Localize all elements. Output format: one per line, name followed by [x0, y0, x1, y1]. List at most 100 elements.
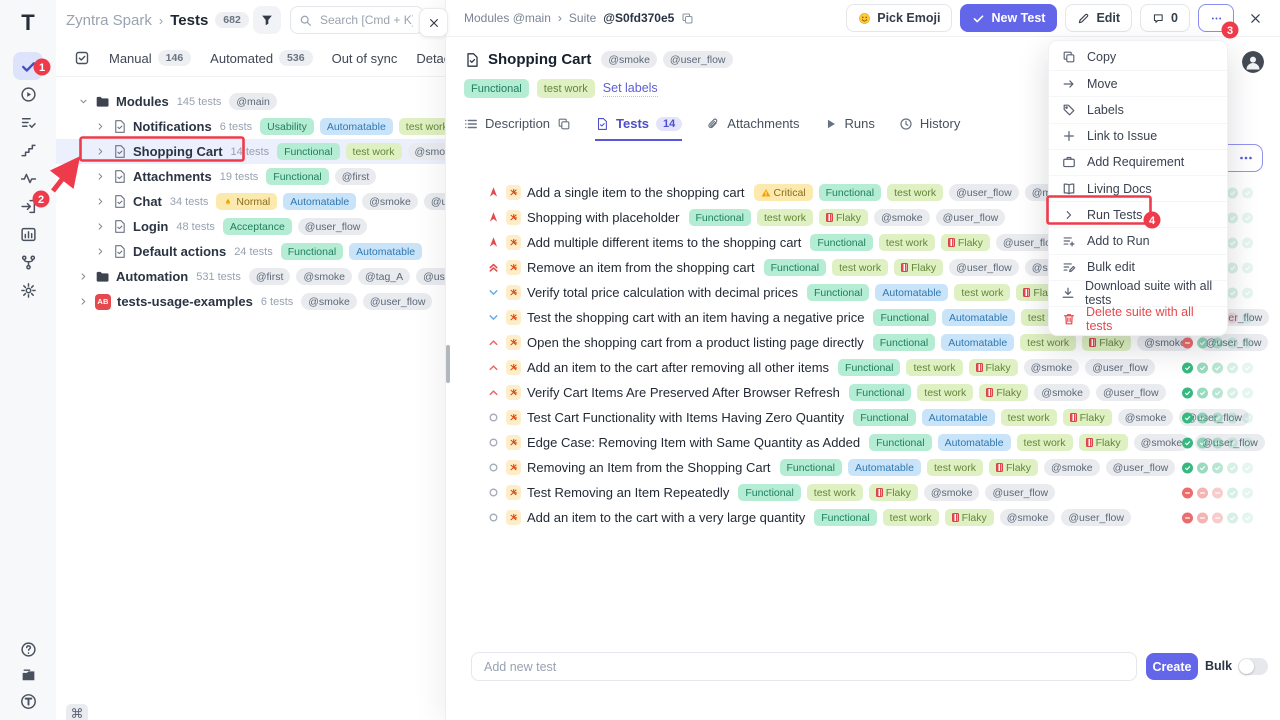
rail-item-fork[interactable] [13, 248, 43, 276]
tree-item-shopping-cart[interactable]: Shopping Cart14 testsFunctionaltest work… [56, 139, 445, 164]
filter-tab-detached[interactable]: Detached [416, 51, 445, 66]
tree-item-default-actions[interactable]: Default actions24 testsFunctionalAutomat… [56, 239, 445, 264]
flame-icon [223, 197, 233, 207]
test-row[interactable]: Edge Case: Removing Item with Same Quant… [446, 430, 1280, 455]
menu-item-bulk-edit[interactable]: Bulk edit [1049, 254, 1227, 280]
select-all-toggle[interactable] [74, 50, 90, 66]
copy-suite-id-icon[interactable] [681, 12, 694, 25]
rail-item-chart[interactable] [13, 220, 43, 248]
rail-item-check[interactable] [13, 52, 43, 80]
menu-item-label: Living Docs [1087, 182, 1152, 196]
bulk-toggle[interactable] [1238, 658, 1268, 675]
rail-item-play-circle[interactable] [13, 80, 43, 108]
tree-item-notifications[interactable]: Notifications6 testsUsabilityAutomatable… [56, 114, 445, 139]
tree-scrollbar-thumb[interactable] [446, 345, 450, 383]
briefcase-icon [1061, 155, 1077, 169]
priority-highest-icon [487, 261, 500, 274]
menu-item-link-to-issue[interactable]: Link to Issue [1049, 123, 1227, 149]
tree-item-tests-usage-examples[interactable]: ABtests-usage-examples6 tests@smoke@user… [56, 289, 445, 314]
ellipsis-icon [1210, 12, 1223, 25]
badge-test-work: test work [879, 234, 935, 251]
rail-item-help[interactable] [13, 636, 43, 662]
filter-button[interactable] [253, 6, 281, 34]
rail-item-list-check[interactable] [13, 108, 43, 136]
test-row[interactable]: Add an item to the cart after removing a… [446, 355, 1280, 380]
filter-tab-out-of-sync[interactable]: Out of sync [332, 51, 398, 66]
edit-button[interactable]: Edit [1065, 4, 1132, 32]
more-actions-button[interactable] [1198, 4, 1234, 32]
create-test-button[interactable]: Create [1146, 653, 1198, 680]
menu-item-run-tests[interactable]: Run Tests [1049, 201, 1227, 227]
tree-item-count: 531 tests [196, 271, 241, 283]
play-icon [824, 117, 838, 131]
menu-item-move[interactable]: Move [1049, 70, 1227, 96]
badge-flaky: Flaky [1082, 334, 1131, 351]
tree-item-count: 6 tests [261, 296, 293, 308]
test-row[interactable]: Test Removing an Item RepeatedlyFunction… [446, 480, 1280, 505]
tab-runs[interactable]: Runs [824, 116, 875, 141]
rail-item-t-circle[interactable] [13, 688, 43, 714]
test-row[interactable]: Add an item to the cart with a very larg… [446, 505, 1280, 530]
collision-emoji-icon [506, 335, 521, 350]
add-new-test-input[interactable] [471, 652, 1137, 681]
rail-item-gear[interactable] [13, 276, 43, 304]
menu-item-living-docs[interactable]: Living Docs [1049, 175, 1227, 201]
new-test-button[interactable]: New Test [960, 4, 1057, 32]
status-dot-failed [1212, 512, 1223, 523]
menu-item-download-suite-with-all-tests[interactable]: Download suite with all tests [1049, 280, 1227, 306]
run-status-dots [1182, 512, 1253, 523]
avatar[interactable] [1242, 51, 1264, 73]
tree-item-login[interactable]: Login48 testsAcceptance@user_flow [56, 214, 445, 239]
breadcrumb-separator: › [159, 13, 163, 28]
list-edit-icon [1061, 260, 1077, 274]
status-dot-passed [1182, 462, 1193, 473]
tree-item-chat[interactable]: Chat34 testsNormalAutomatable@smoke@user… [56, 189, 445, 214]
chev-d-icon [78, 96, 89, 107]
tab-attachments[interactable]: Attachments [706, 116, 799, 141]
badge-functional: Functional [838, 359, 900, 376]
tab-tests[interactable]: Tests14 [595, 116, 682, 141]
folder-icon [95, 269, 110, 284]
menu-item-add-requirement[interactable]: Add Requirement [1049, 149, 1227, 175]
test-row[interactable]: Removing an Item from the Shopping CartF… [446, 455, 1280, 480]
rail-item-pulse[interactable] [13, 164, 43, 192]
search-box[interactable] [290, 6, 424, 34]
tree-item-automation[interactable]: Automation531 tests@first@smoke@tag_A@us… [56, 264, 445, 289]
rail-item-folder-stack[interactable] [13, 662, 43, 688]
tab-history[interactable]: History [899, 116, 960, 141]
filter-tab-manual[interactable]: Manual146 [109, 50, 191, 66]
tree-panel-header: Zyntra Spark › Tests 682 [56, 0, 445, 40]
menu-item-label: Copy [1087, 50, 1116, 64]
badge-automatable: Automatable [938, 434, 1011, 451]
close-detail-button[interactable] [1242, 5, 1268, 31]
suite-breadcrumb-parent[interactable]: Modules @main [464, 11, 551, 25]
tree-item-modules[interactable]: Modules145 tests@main [56, 89, 445, 114]
status-dot-passed [1242, 262, 1253, 273]
test-row[interactable]: Verify Cart Items Are Preserved After Br… [446, 380, 1280, 405]
menu-item-delete-suite-with-all-tests[interactable]: Delete suite with all tests [1049, 306, 1227, 332]
filter-tab-automated[interactable]: Automated536 [210, 50, 312, 66]
app-logo[interactable]: T [12, 6, 44, 40]
tab-description[interactable]: Description [464, 116, 571, 141]
menu-item-labels[interactable]: Labels [1049, 96, 1227, 122]
pick-emoji-button[interactable]: Pick Emoji [846, 4, 952, 32]
menu-item-label: Run Tests [1087, 208, 1142, 222]
tree-item-attachments[interactable]: Attachments19 testsFunctional@first [56, 164, 445, 189]
suite-breadcrumb-type: Suite [569, 11, 596, 25]
breadcrumb-project[interactable]: Zyntra Spark [66, 12, 152, 29]
search-input[interactable] [318, 12, 415, 28]
badge-acceptance: Acceptance [223, 218, 292, 235]
close-panel-button[interactable] [419, 8, 448, 37]
book-icon [1061, 182, 1077, 196]
rail-item-steps[interactable] [13, 136, 43, 164]
rail-item-tray[interactable] [13, 192, 43, 220]
set-labels-link[interactable]: Set labels [603, 81, 658, 97]
run-status-dots [1182, 387, 1253, 398]
menu-item-copy[interactable]: Copy [1049, 44, 1227, 70]
comments-button[interactable]: 0 [1140, 4, 1190, 32]
test-row[interactable]: Test Cart Functionality with Items Havin… [446, 405, 1280, 430]
badge-smoke: @smoke [1034, 384, 1090, 401]
doc-icon [112, 244, 127, 259]
menu-item-add-to-run[interactable]: Add to Run [1049, 227, 1227, 253]
status-dot-passed [1197, 362, 1208, 373]
